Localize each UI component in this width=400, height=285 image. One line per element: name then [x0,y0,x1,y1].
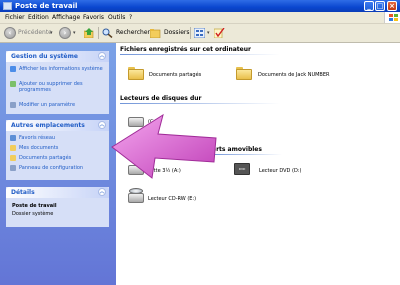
task-pane: Gestion du système ︽ Afficher les inform… [0,43,116,285]
menu-bar: Fichier Edition Affichage Favoris Outils… [0,12,400,24]
cdrw-drive-icon[interactable] [128,193,144,203]
search-icon[interactable] [102,28,113,38]
add-remove-programs-icon [10,81,16,87]
item-dvd-drive[interactable]: Lecteur DVD (D:) [259,168,301,174]
window-title: Poste de travail [15,2,78,10]
task-add-remove-programs[interactable]: Ajouter ou supprimer des programmes [10,81,107,99]
back-button-label[interactable]: Précédente [18,27,52,39]
place-my-documents[interactable]: Mes documents [10,145,107,151]
section-divider [120,103,280,104]
item-user-documents[interactable]: Documents de Jack NUMBER [258,72,330,78]
menu-affichage[interactable]: Affichage [52,12,80,23]
menu-edition[interactable]: Edition [28,12,49,23]
panel-title: Détails [11,189,35,196]
control-panel-icon [10,102,16,108]
section-divider [120,54,280,55]
section-divider [212,154,282,155]
item-local-disk[interactable]: (C:) [148,119,157,125]
folders-button-label[interactable]: Dossiers [164,27,190,39]
item-shared-documents[interactable]: Documents partagés [149,72,201,78]
toolbar-separator [98,27,99,39]
task-system-info[interactable]: Afficher les informations système [10,66,107,78]
views-icon[interactable] [194,28,205,38]
panel-header[interactable]: Gestion du système ︽ [6,51,109,62]
collapse-chevron-icon[interactable]: ︽ [98,52,106,60]
section-header-drives: Lecteurs de disques dur [120,95,202,102]
details-type: Dossier système [12,211,54,217]
close-button[interactable]: × [387,1,397,11]
menu-fichier[interactable]: Fichier [5,12,25,23]
panel-details: Détails ︽ Poste de travail Dossier systè… [6,187,109,227]
item-floppy-drive[interactable]: sette 3½ (A:) [148,168,181,174]
back-dropdown-icon[interactable]: ▾ [50,27,53,39]
windows-logo-icon [384,12,400,23]
explorer-window: Poste de travail _ □ × Fichier Edition A… [0,0,400,285]
place-shared-documents[interactable]: Documents partagés [10,155,107,161]
forward-dropdown-icon[interactable]: ▾ [73,27,76,39]
details-name: Poste de travail [12,203,57,209]
dvd-drive-icon[interactable]: DVD [234,163,250,175]
my-documents-icon [10,145,16,151]
back-arrow-icon[interactable]: ‹ [4,27,16,39]
control-panel-icon [10,165,16,171]
place-control-panel[interactable]: Panneau de configuration [10,165,107,171]
hard-drive-icon[interactable] [128,117,144,127]
collapse-chevron-icon[interactable]: ︽ [98,188,106,196]
views-dropdown-icon[interactable]: ▾ [207,27,210,39]
section-header-removable: erts amovibles [212,146,262,153]
folders-icon[interactable] [150,28,161,38]
item-cdrw-drive[interactable]: Lecteur CD-RW (E:) [148,196,196,202]
forward-arrow-icon[interactable]: › [59,27,71,39]
menu-favoris[interactable]: Favoris [83,12,104,23]
menu-help[interactable]: ? [129,12,132,23]
folder-icon[interactable] [128,67,144,80]
shared-folder-icon [10,155,16,161]
floppy-drive-icon[interactable] [128,165,144,175]
computer-icon [3,2,12,10]
menu-outils[interactable]: Outils [108,12,125,23]
panel-title: Gestion du système [11,53,78,60]
up-folder-icon[interactable] [84,28,95,38]
section-header-files: Fichiers enregistrés sur cet ordinateur [120,46,251,53]
task-change-setting[interactable]: Modifier un paramètre [10,102,107,108]
panel-header[interactable]: Détails ︽ [6,187,109,198]
info-icon [10,66,16,72]
maximize-button[interactable]: □ [375,1,385,11]
panel-other-places: Autres emplacements ︽ Favoris réseau Mes… [6,120,109,180]
search-button-label[interactable]: Rechercher [116,27,150,39]
toolbar-separator [190,27,191,39]
edit-checkmark-icon[interactable] [214,28,225,38]
panel-header[interactable]: Autres emplacements ︽ [6,120,109,131]
panel-system-tasks: Gestion du système ︽ Afficher les inform… [6,51,109,114]
title-bar[interactable]: Poste de travail _ □ × [0,0,400,12]
folder-icon[interactable] [236,67,252,80]
content-pane: Fichiers enregistrés sur cet ordinateur … [116,43,400,285]
network-icon [10,135,16,141]
place-network[interactable]: Favoris réseau [10,135,107,141]
panel-title: Autres emplacements [11,122,85,129]
collapse-chevron-icon[interactable]: ︽ [98,121,106,129]
toolbar: ‹ Précédente ▾ › ▾ Rechercher Dossiers ▾ [0,24,400,43]
minimize-button[interactable]: _ [364,1,374,11]
